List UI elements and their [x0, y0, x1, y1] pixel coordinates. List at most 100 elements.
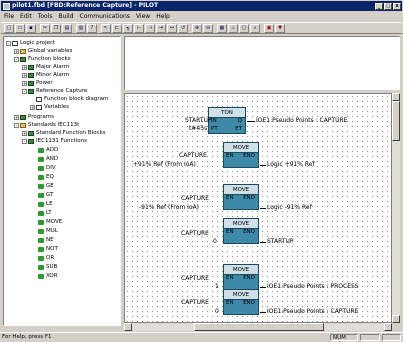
expand-icon[interactable]: + — [14, 115, 19, 120]
horizontal-scroll-thumb[interactable] — [194, 323, 324, 331]
tree-item-function[interactable]: NOT — [38, 246, 58, 253]
tree-item-function-blocks[interactable]: - Function blocks — [14, 56, 71, 63]
move-block[interactable]: MOVE EN ENO — [223, 264, 259, 290]
menu-tools[interactable]: Tools — [35, 12, 56, 21]
collapse-icon[interactable]: - — [14, 123, 19, 128]
tree-item-function[interactable]: MUL — [38, 228, 58, 235]
tree-item-logic-project[interactable]: - Logic project — [6, 40, 55, 47]
help-pointer-icon[interactable]: ? — [87, 23, 97, 33]
tree-item-function[interactable]: AND — [38, 156, 58, 163]
ton-pt-variable[interactable]: t#45s — [189, 125, 207, 132]
move-en-variable[interactable]: CAPTURE — [181, 230, 209, 237]
menu-edit[interactable]: Edit — [17, 12, 35, 21]
move-in-variable[interactable]: 0 — [215, 308, 219, 315]
tree-item-global-variables[interactable]: + Global variables — [14, 48, 72, 55]
move-en-variable[interactable]: CAPTURE — [179, 152, 207, 159]
scroll-left-icon[interactable] — [124, 323, 132, 331]
expand-icon[interactable]: + — [14, 49, 19, 54]
close-button[interactable]: x — [393, 2, 401, 10]
move-in-variable[interactable]: -91% Ref (From IoA) — [139, 204, 199, 211]
label-icon[interactable]: ↔ — [167, 23, 177, 33]
collapse-icon[interactable]: - — [22, 139, 27, 144]
move-out-variable[interactable]: Logic -91% Ref — [267, 204, 312, 211]
tree-item-iec1131-functions[interactable]: - IEC1131 Functions — [22, 138, 87, 145]
vertical-scrollbar[interactable] — [392, 93, 400, 323]
collapse-icon[interactable]: - — [6, 41, 11, 46]
menu-view[interactable]: View — [133, 12, 153, 21]
tree-item-function[interactable]: XOR — [38, 273, 58, 280]
expand-icon[interactable]: + — [22, 65, 27, 70]
jump-icon[interactable]: ↺ — [178, 23, 188, 33]
maximize-button[interactable]: □ — [384, 2, 392, 10]
variables-pane[interactable] — [124, 36, 400, 90]
move-block[interactable]: MOVE EN ENO — [223, 289, 259, 315]
move-block[interactable]: MOVE EN ENO — [223, 184, 259, 210]
minimize-button[interactable]: _ — [375, 2, 383, 10]
tree-item-function[interactable]: NE — [38, 237, 54, 244]
tree-item-function[interactable]: GE — [38, 183, 54, 190]
move-block[interactable]: MOVE EN ENO — [223, 218, 259, 244]
move-in-variable[interactable]: 1 — [215, 283, 219, 290]
project-tree[interactable]: - Logic project + Global variables - Functi… — [3, 36, 121, 326]
block-icon[interactable]: ⊏ — [112, 23, 122, 33]
tree-item-function[interactable]: SUB — [38, 264, 57, 271]
tree-item-reference-capture[interactable]: - Reference Capture — [22, 88, 87, 95]
move-out-variable[interactable]: IOE1:Pseudo Points : CAPTURE — [267, 308, 358, 315]
new-icon[interactable]: □ — [4, 23, 14, 33]
move-out-variable[interactable]: STARTUP — [267, 238, 294, 245]
print-icon[interactable]: ▥ — [76, 23, 86, 33]
tree-item-function[interactable]: OR — [38, 255, 54, 262]
grid-icon[interactable]: ▦ — [217, 23, 227, 33]
scroll-up-icon[interactable] — [392, 93, 400, 101]
connector-icon[interactable]: ⇥ — [156, 23, 166, 33]
move-en-variable[interactable]: CAPTURE — [181, 299, 209, 306]
collapse-icon[interactable]: - — [22, 89, 27, 94]
copy-icon[interactable]: ❐ — [51, 23, 61, 33]
move-block[interactable]: MOVE EN ENO — [223, 142, 259, 168]
open-icon[interactable]: ▭ — [15, 23, 25, 33]
tree-item-power[interactable]: + Power — [22, 80, 53, 87]
input-icon[interactable]: ⊢ — [134, 23, 144, 33]
move-out-variable[interactable]: Logic +91% Ref — [267, 161, 315, 168]
tree-item-function-block-diagram[interactable]: Function block diagram — [36, 96, 108, 103]
tree-item-minor-alarm[interactable]: + Minor Alarm — [22, 72, 69, 79]
compile-icon[interactable]: ▣ — [264, 23, 274, 33]
pointer-icon[interactable]: ↖ — [101, 23, 111, 33]
tree-item-function[interactable]: EQ — [38, 174, 54, 181]
cut-icon[interactable]: ✂ — [40, 23, 50, 33]
zoom-in-icon[interactable]: ⊕ — [192, 23, 202, 33]
vertical-scroll-thumb[interactable] — [392, 101, 400, 141]
tree-item-function[interactable]: DIV — [38, 165, 56, 172]
tree-item-function[interactable]: GT — [38, 192, 53, 199]
expand-icon[interactable]: + — [30, 105, 35, 110]
tree-item-standards[interactable]: - Standards IEC113t — [14, 122, 79, 129]
menu-communications[interactable]: Communications — [77, 12, 133, 21]
fbd-canvas[interactable]: TON IN Q PT ET STARTUP t#45s IOE1:Pseudo… — [124, 93, 392, 323]
collapse-icon[interactable]: - — [14, 57, 19, 62]
expand-icon[interactable]: + — [22, 131, 27, 136]
menu-file[interactable]: File — [1, 12, 17, 21]
tree-item-programs[interactable]: + Programs — [14, 114, 54, 121]
horizontal-scrollbar[interactable] — [124, 323, 392, 331]
menu-build[interactable]: Build — [55, 12, 76, 21]
tree-item-variables[interactable]: + Variables — [30, 104, 69, 111]
align-icon[interactable]: ⊥ — [228, 23, 238, 33]
tree-item-major-alarm[interactable]: + Major Alarm — [22, 64, 69, 71]
wire-icon[interactable]: ┓ — [123, 23, 133, 33]
zoom-out-icon[interactable]: ⊖ — [203, 23, 213, 33]
comment-icon[interactable]: ▢ — [239, 23, 249, 33]
move-en-variable[interactable]: CAPTURE — [181, 275, 209, 282]
tree-item-function[interactable]: ADD — [38, 147, 58, 154]
app-icon[interactable] — [3, 2, 10, 10]
title-bar[interactable]: pilot1.fbd [FBD:Reference Capture] - PIL… — [1, 1, 402, 11]
tree-item-standard-function-blocks[interactable]: + Standard Function Blocks — [22, 130, 106, 137]
save-icon[interactable]: ▪ — [26, 23, 36, 33]
scroll-right-icon[interactable] — [384, 323, 392, 331]
ton-q-variable[interactable]: IOE1:Pseudo Points : CAPTURE — [256, 117, 347, 124]
paste-icon[interactable]: ▤ — [62, 23, 72, 33]
menu-help[interactable]: Help — [153, 12, 173, 21]
move-en-variable[interactable]: CAPTURE — [181, 195, 209, 202]
expand-icon[interactable]: + — [22, 73, 27, 78]
move-in-variable[interactable]: +91% Ref (From IoA) — [133, 161, 196, 168]
tree-item-function[interactable]: LE — [38, 201, 53, 208]
